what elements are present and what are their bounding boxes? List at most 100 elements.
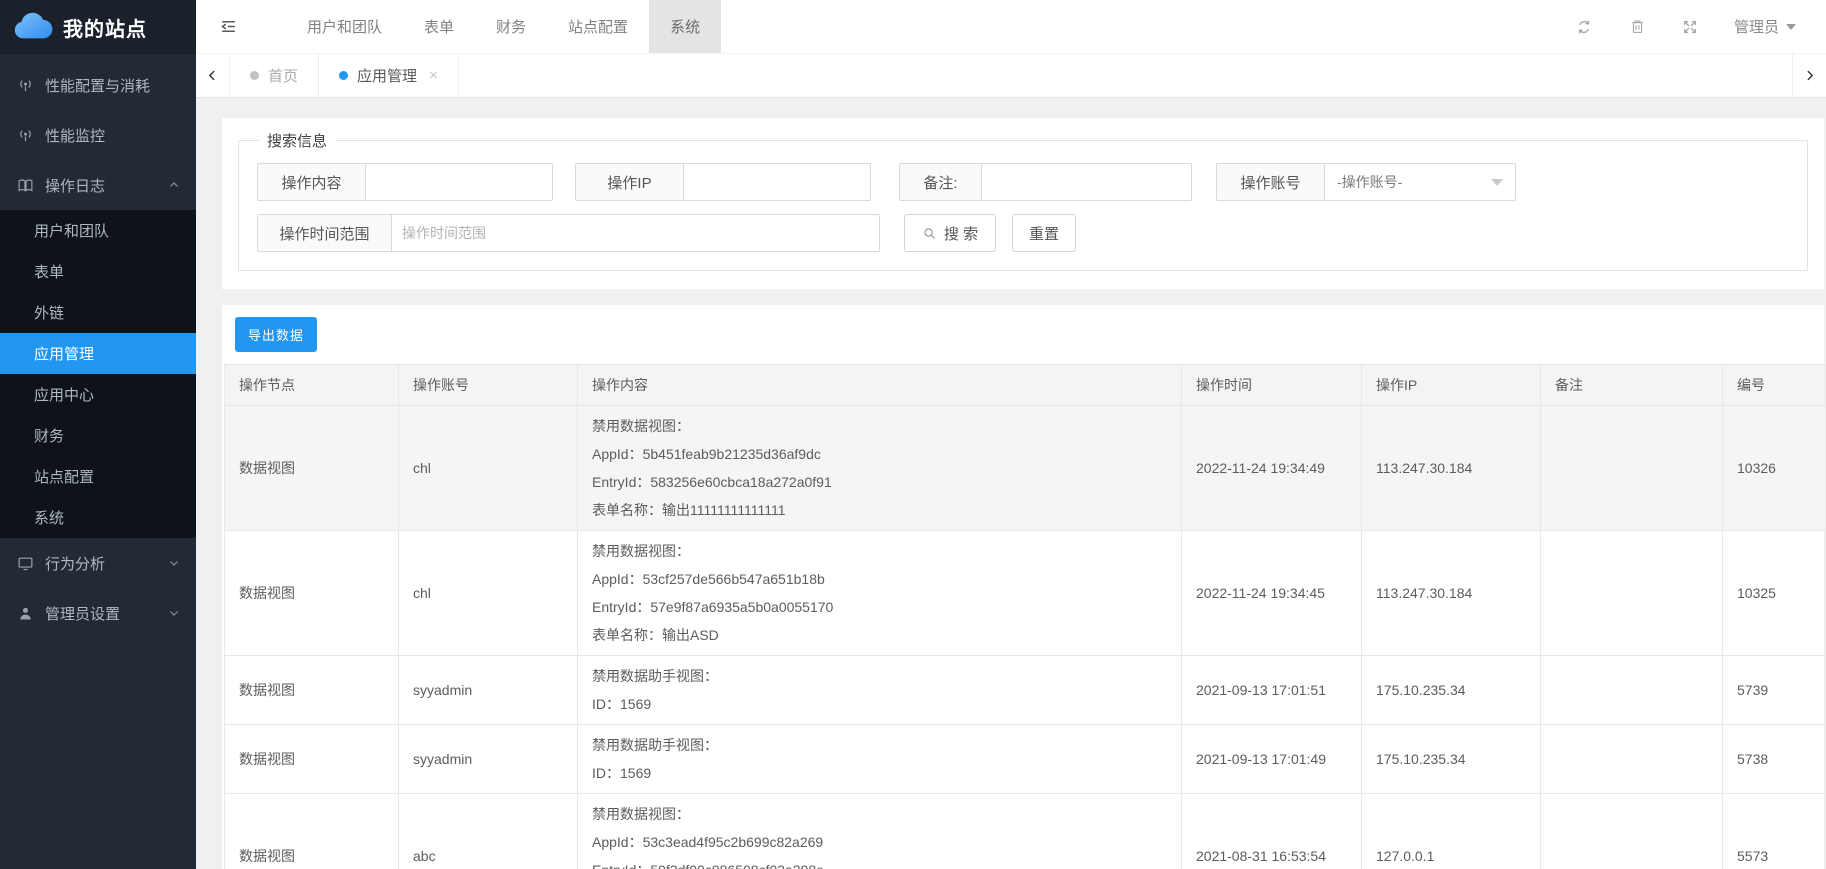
column-header[interactable]: 操作IP (1362, 365, 1541, 406)
sidebar-item[interactable]: 性能监控 (0, 110, 196, 160)
topnav-item[interactable]: 用户和团队 (286, 0, 403, 53)
table-row[interactable]: 数据视图 syyadmin 禁用数据助手视图： ID：1569 2021-09-… (225, 656, 1826, 725)
topnav-item-label: 系统 (670, 16, 700, 37)
operation-ip-group: 操作IP (575, 163, 871, 201)
cell-remark (1541, 406, 1723, 531)
column-header[interactable]: 操作时间 (1182, 365, 1362, 406)
sidebar-submenu-label: 财务 (34, 425, 64, 446)
sidebar-submenu-item[interactable]: 外链 (0, 292, 196, 333)
operation-log-table: 操作节点 操作账号 操作内容 操作时间 操作IP 备注 (224, 364, 1826, 869)
topnav-item[interactable]: 表单 (403, 0, 475, 53)
search-fieldset: 搜索信息 操作内容 操作IP 备注: (238, 130, 1808, 271)
monitor-icon (16, 554, 34, 572)
column-header[interactable]: 操作账号 (399, 365, 578, 406)
tab-home[interactable]: 首页 (230, 54, 319, 97)
chevron-down-icon (1786, 24, 1796, 30)
topnav-item[interactable]: 站点配置 (547, 0, 649, 53)
operation-account-select[interactable]: -操作账号- (1325, 164, 1515, 200)
cell-operation-ip: 175.10.235.34 (1362, 656, 1541, 725)
fullscreen-icon[interactable] (1682, 19, 1698, 35)
cell-operation-time: 2022-11-24 19:34:49 (1182, 406, 1362, 531)
time-range-group: 操作时间范围 (257, 214, 880, 252)
search-button-label: 搜 索 (944, 223, 978, 244)
sidebar-submenu-item[interactable]: 应用管理 (0, 333, 196, 374)
table-row[interactable]: 数据视图 chl 禁用数据视图： AppId：53cf257de566b547a… (225, 531, 1826, 656)
topnav-item[interactable]: 财务 (475, 0, 547, 53)
table-row[interactable]: 数据视图 chl 禁用数据视图： AppId：5b451feab9b21235d… (225, 406, 1826, 531)
trash-icon[interactable] (1629, 18, 1646, 35)
sidebar-submenu: 用户和团队 表单 外链 应用管理 应用中心 (0, 210, 196, 538)
operation-ip-input[interactable] (684, 164, 870, 200)
cell-operation-content: 禁用数据视图： AppId：5b451feab9b21235d36af9dc E… (578, 406, 1182, 531)
cell-remark (1541, 725, 1723, 794)
sidebar-item[interactable]: 性能配置与消耗 (0, 60, 196, 110)
sidebar-submenu-label: 表单 (34, 261, 64, 282)
sidebar-submenu-item[interactable]: 应用中心 (0, 374, 196, 415)
main-column: 用户和团队 表单 财务 站点配置 系统 (196, 0, 1826, 869)
brand-logo[interactable]: 我的站点 (0, 0, 196, 54)
brand-title: 我的站点 (63, 13, 147, 42)
sidebar-submenu-label: 用户和团队 (34, 220, 109, 241)
time-range-input[interactable] (392, 215, 879, 251)
top-navbar: 用户和团队 表单 财务 站点配置 系统 (196, 0, 1826, 54)
sidebar-submenu-item[interactable]: 站点配置 (0, 456, 196, 497)
collapse-menu-icon[interactable] (196, 0, 260, 53)
sidebar-submenu-label: 站点配置 (34, 466, 94, 487)
tabs-scroll-right-icon[interactable] (1792, 54, 1826, 97)
refresh-icon[interactable] (1575, 18, 1593, 36)
cell-operation-ip: 127.0.0.1 (1362, 794, 1541, 869)
tab-label: 首页 (268, 65, 298, 86)
sidebar-item-label: 性能监控 (45, 125, 105, 146)
search-button[interactable]: 搜 索 (904, 214, 996, 252)
sidebar-item-label: 行为分析 (45, 553, 105, 574)
sidebar-submenu-item[interactable]: 财务 (0, 415, 196, 456)
chevron-up-icon (168, 179, 180, 191)
reset-button[interactable]: 重置 (1012, 214, 1076, 252)
close-icon[interactable]: × (429, 67, 438, 84)
column-header[interactable]: 编号 (1723, 365, 1826, 406)
sidebar-item-operation-log[interactable]: 操作日志 (0, 160, 196, 210)
cell-operation-node: 数据视图 (225, 656, 399, 725)
sidebar-submenu-item[interactable]: 用户和团队 (0, 210, 196, 251)
topnav-item-label: 用户和团队 (307, 16, 382, 37)
sidebar-item-behavior-analysis[interactable]: 行为分析 (0, 538, 196, 588)
cell-operation-content: 禁用数据视图： AppId：53c3ead4f95c2b699c82a269 E… (578, 794, 1182, 869)
remark-label: 备注: (900, 164, 982, 200)
sidebar-submenu-item[interactable]: 表单 (0, 251, 196, 292)
tab-app-management[interactable]: 应用管理 × (319, 54, 459, 97)
column-header[interactable]: 操作节点 (225, 365, 399, 406)
sidebar-submenu-item[interactable]: 系统 (0, 497, 196, 538)
cell-id: 5739 (1723, 656, 1826, 725)
topnav-item[interactable]: 系统 (649, 0, 721, 53)
sidebar-item-admin-settings[interactable]: 管理员设置 (0, 588, 196, 638)
cell-remark (1541, 794, 1723, 869)
cell-operation-content: 禁用数据助手视图： ID：1569 (578, 725, 1182, 794)
cell-operation-time: 2022-11-24 19:34:45 (1182, 531, 1362, 656)
table-body: 数据视图 chl 禁用数据视图： AppId：5b451feab9b21235d… (225, 406, 1826, 869)
operation-account-value: -操作账号- (1337, 172, 1402, 192)
sidebar-submenu-label: 系统 (34, 507, 64, 528)
remark-input[interactable] (982, 164, 1191, 200)
operation-content-input[interactable] (366, 164, 552, 200)
user-icon (16, 604, 34, 622)
cell-id: 5573 (1723, 794, 1826, 869)
chevron-down-icon (1491, 179, 1503, 186)
user-menu[interactable]: 管理员 (1734, 16, 1796, 37)
app-root: 我的站点 性能配置与消耗 (0, 0, 1826, 869)
operation-content-group: 操作内容 (257, 163, 553, 201)
cell-id: 10326 (1723, 406, 1826, 531)
column-header[interactable]: 备注 (1541, 365, 1723, 406)
export-data-button[interactable]: 导出数据 (235, 317, 317, 352)
table-row[interactable]: 数据视图 abc 禁用数据视图： AppId：53c3ead4f95c2b699… (225, 794, 1826, 869)
tabs-scroll-left-icon[interactable] (196, 54, 230, 97)
remark-group: 备注: (899, 163, 1192, 201)
column-header[interactable]: 操作内容 (578, 365, 1182, 406)
operation-ip-label: 操作IP (576, 164, 684, 200)
cell-operation-time: 2021-08-31 16:53:54 (1182, 794, 1362, 869)
cell-operation-node: 数据视图 (225, 794, 399, 869)
table-row[interactable]: 数据视图 syyadmin 禁用数据助手视图： ID：1569 2021-09-… (225, 725, 1826, 794)
cell-operation-account: chl (399, 406, 578, 531)
search-icon (922, 226, 937, 241)
cell-operation-ip: 113.247.30.184 (1362, 531, 1541, 656)
cell-operation-ip: 113.247.30.184 (1362, 406, 1541, 531)
